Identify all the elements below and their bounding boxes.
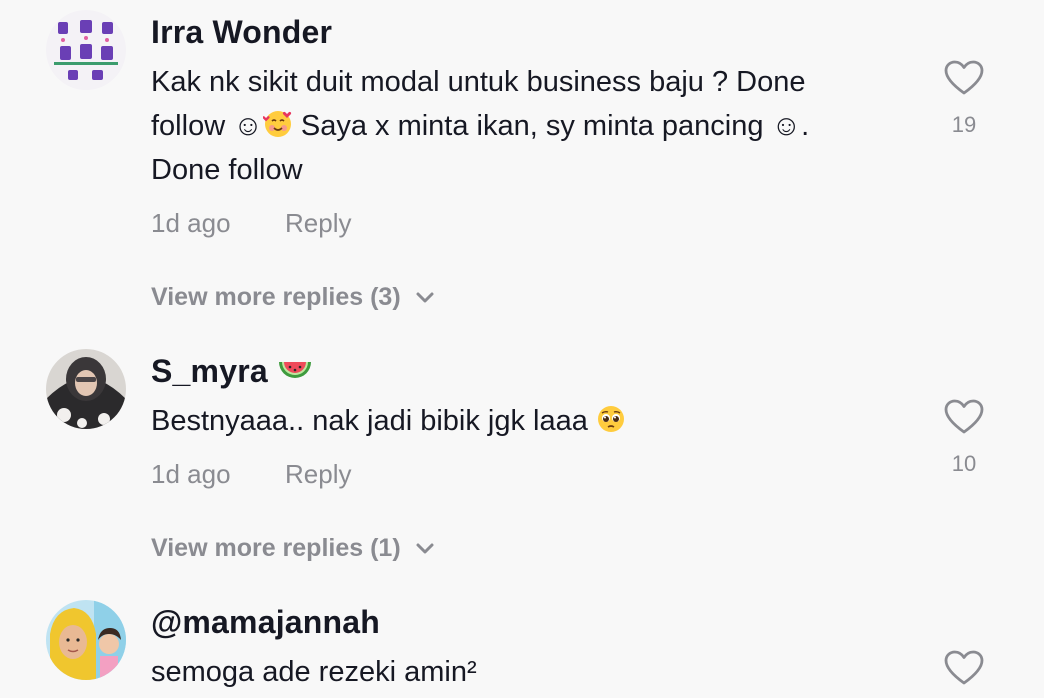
comment-text-line: Done follow — [151, 154, 303, 186]
like-button[interactable] — [944, 399, 984, 440]
username[interactable]: S_myra — [151, 353, 313, 390]
view-more-replies-button[interactable]: View more replies (3) — [151, 283, 435, 312]
like-button[interactable] — [944, 60, 984, 101]
like-button[interactable] — [944, 650, 984, 691]
heart-outline-icon — [944, 650, 984, 690]
smiling-face-with-hearts-emoji — [262, 110, 293, 142]
avatar[interactable] — [46, 600, 126, 680]
chevron-down-icon — [415, 534, 435, 563]
comment-text-line: follow ☺ Saya x minta ikan, sy minta pan… — [151, 104, 891, 148]
username[interactable]: Irra Wonder — [151, 14, 332, 51]
comment-time: 1d ago — [151, 208, 231, 238]
avatar[interactable] — [46, 10, 126, 90]
view-more-replies-label: View more replies (1) — [151, 534, 401, 562]
reply-button[interactable]: Reply — [285, 208, 351, 239]
like-count: 10 — [951, 451, 977, 476]
watermelon-emoji — [277, 353, 313, 389]
like-count: 19 — [951, 112, 977, 137]
heart-outline-icon — [944, 399, 984, 439]
comment-text-fragment: Saya x minta ikan, sy minta pancing ☺. — [292, 110, 810, 142]
comment-text: Kak nk sikit duit modal untuk business b… — [151, 60, 891, 192]
comment-meta: 1d ago Reply — [151, 459, 351, 490]
username[interactable]: @mamajannah — [151, 604, 380, 641]
username-text: S_myra — [151, 353, 268, 389]
view-more-replies-button[interactable]: View more replies (1) — [151, 534, 435, 563]
chevron-down-icon — [415, 283, 435, 312]
comment-text-line: Kak nk sikit duit modal untuk business b… — [151, 66, 806, 98]
comment-text-line: Bestnyaaa.. nak jadi bibik jgk laaa — [151, 405, 596, 437]
heart-outline-icon — [944, 60, 984, 100]
comment-text-fragment: follow ☺ — [151, 110, 263, 142]
comment-text: semoga ade rezeki amin² — [151, 656, 477, 688]
reply-button[interactable]: Reply — [285, 459, 351, 490]
comment-text: Bestnyaaa.. nak jadi bibik jgk laaa — [151, 399, 891, 443]
comment-time: 1d ago — [151, 459, 231, 489]
comment-meta: 1d ago Reply — [151, 208, 351, 239]
avatar[interactable] — [46, 349, 126, 429]
pleading-face-emoji — [596, 405, 626, 437]
view-more-replies-label: View more replies (3) — [151, 283, 401, 311]
